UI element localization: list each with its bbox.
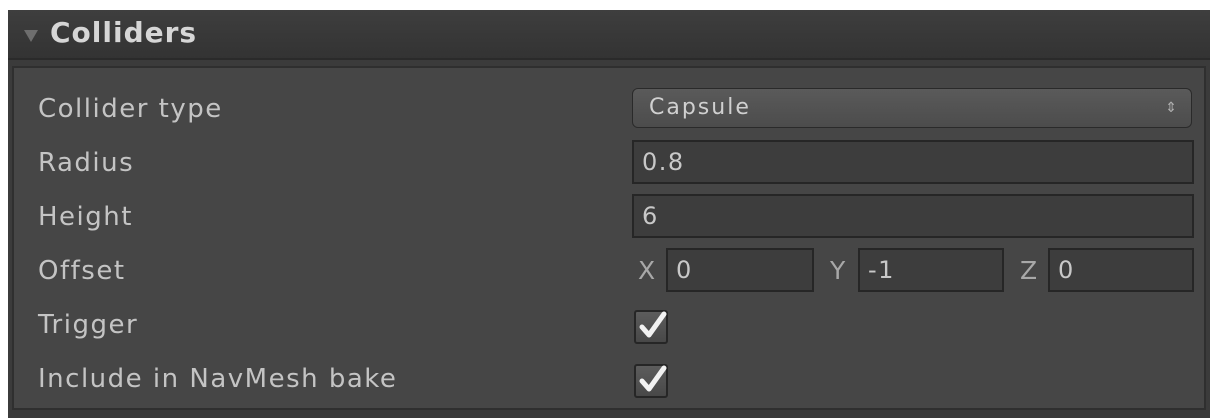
- row-radius: Radius 0.8: [14, 138, 1204, 192]
- collider-type-dropdown[interactable]: Capsule ⇕: [632, 88, 1192, 128]
- row-trigger: Trigger: [14, 300, 1204, 354]
- height-label: Height: [38, 202, 133, 232]
- row-height: Height 6: [14, 192, 1204, 246]
- collider-type-value: Capsule: [649, 95, 751, 120]
- colliders-section: Colliders Collider type Capsule ⇕ Radius…: [8, 10, 1210, 418]
- offset-label: Offset: [38, 256, 126, 286]
- offset-x-label: X: [638, 256, 656, 285]
- section-title: Colliders: [50, 16, 198, 49]
- trigger-label: Trigger: [38, 310, 139, 340]
- collider-type-label: Collider type: [38, 94, 223, 124]
- offset-y-label: Y: [830, 256, 846, 285]
- checkmark-icon: [639, 311, 667, 338]
- offset-z-label: Z: [1020, 256, 1038, 285]
- checkmark-icon: [639, 365, 667, 392]
- radius-field[interactable]: 0.8: [632, 140, 1194, 184]
- section-header[interactable]: Colliders: [8, 10, 1210, 60]
- row-collider-type: Collider type Capsule ⇕: [14, 84, 1204, 138]
- offset-y-field[interactable]: -1: [858, 248, 1004, 292]
- navmesh-label: Include in NavMesh bake: [38, 364, 398, 394]
- offset-z-field[interactable]: 0: [1048, 248, 1194, 292]
- offset-x-field[interactable]: 0: [666, 248, 814, 292]
- top-strip: [0, 0, 1218, 10]
- triangle-down-icon[interactable]: [24, 30, 38, 42]
- row-offset: Offset X 0 Y -1 Z 0: [14, 246, 1204, 300]
- navmesh-checkbox[interactable]: [634, 364, 668, 398]
- height-field[interactable]: 6: [632, 194, 1194, 238]
- row-navmesh: Include in NavMesh bake: [14, 354, 1204, 408]
- radius-label: Radius: [38, 148, 135, 178]
- properties-panel: Collider type Capsule ⇕ Radius 0.8 Heigh…: [12, 66, 1206, 410]
- up-down-arrows-icon: ⇕: [1165, 100, 1179, 116]
- trigger-checkbox[interactable]: [634, 310, 668, 344]
